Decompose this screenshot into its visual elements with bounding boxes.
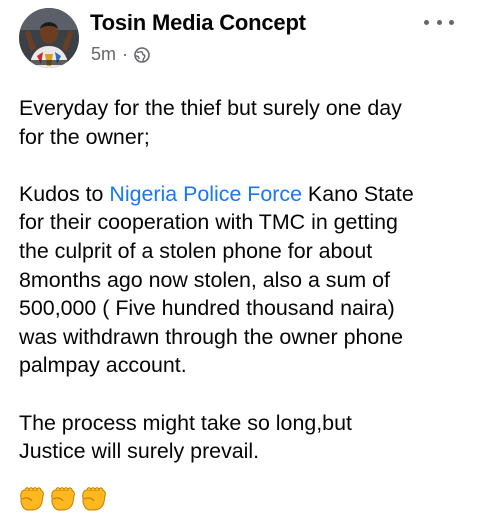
emoji-row (17, 484, 108, 512)
raised-fist-icon (48, 484, 77, 512)
more-dot-icon (424, 19, 429, 25)
body-line: for the owner; (19, 124, 150, 149)
more-dot-icon (436, 19, 442, 25)
meta-separator: · (122, 44, 129, 64)
body-line: for their cooperation with TMC in gettin… (19, 210, 398, 235)
body-line: Everyday for the thief but surely one da… (19, 96, 402, 120)
post-timestamp[interactable]: 5m (91, 44, 116, 65)
body-line: was withdrawn through the owner phone (19, 324, 404, 349)
more-dot-icon (449, 19, 454, 25)
globe-icon[interactable] (134, 46, 150, 63)
author-avatar[interactable] (19, 8, 79, 68)
body-line: The process might take so long,but (19, 410, 352, 435)
body-text-fragment: Kudos to (19, 181, 110, 206)
body-line: the culprit of a stolen phone for about (19, 238, 373, 263)
avatar-photo (19, 8, 79, 68)
body-line: 500,000 ( Five hundred thousand naira) (19, 296, 395, 321)
body-line: Kudos to Nigeria Police Force Kano State (19, 180, 469, 209)
facebook-post: Tosin Media Concept 5m · Everyday for th… (0, 0, 479, 525)
body-line: 8months ago now stolen, also a sum of (19, 267, 390, 292)
body-line: palmpay account. (19, 353, 187, 378)
raised-fist-icon (17, 484, 46, 512)
raised-fist-icon (79, 484, 108, 512)
body-line: Justice will surely prevail. (19, 439, 260, 464)
nigeria-police-force-link[interactable]: Nigeria Police Force (109, 182, 302, 206)
author-name[interactable]: Tosin Media Concept (90, 10, 306, 36)
post-body: Everyday for the thief but surely one da… (19, 94, 469, 466)
more-options-button[interactable] (424, 14, 454, 30)
body-text-fragment: Kano State (301, 181, 414, 206)
post-meta: 5m · (91, 44, 150, 65)
